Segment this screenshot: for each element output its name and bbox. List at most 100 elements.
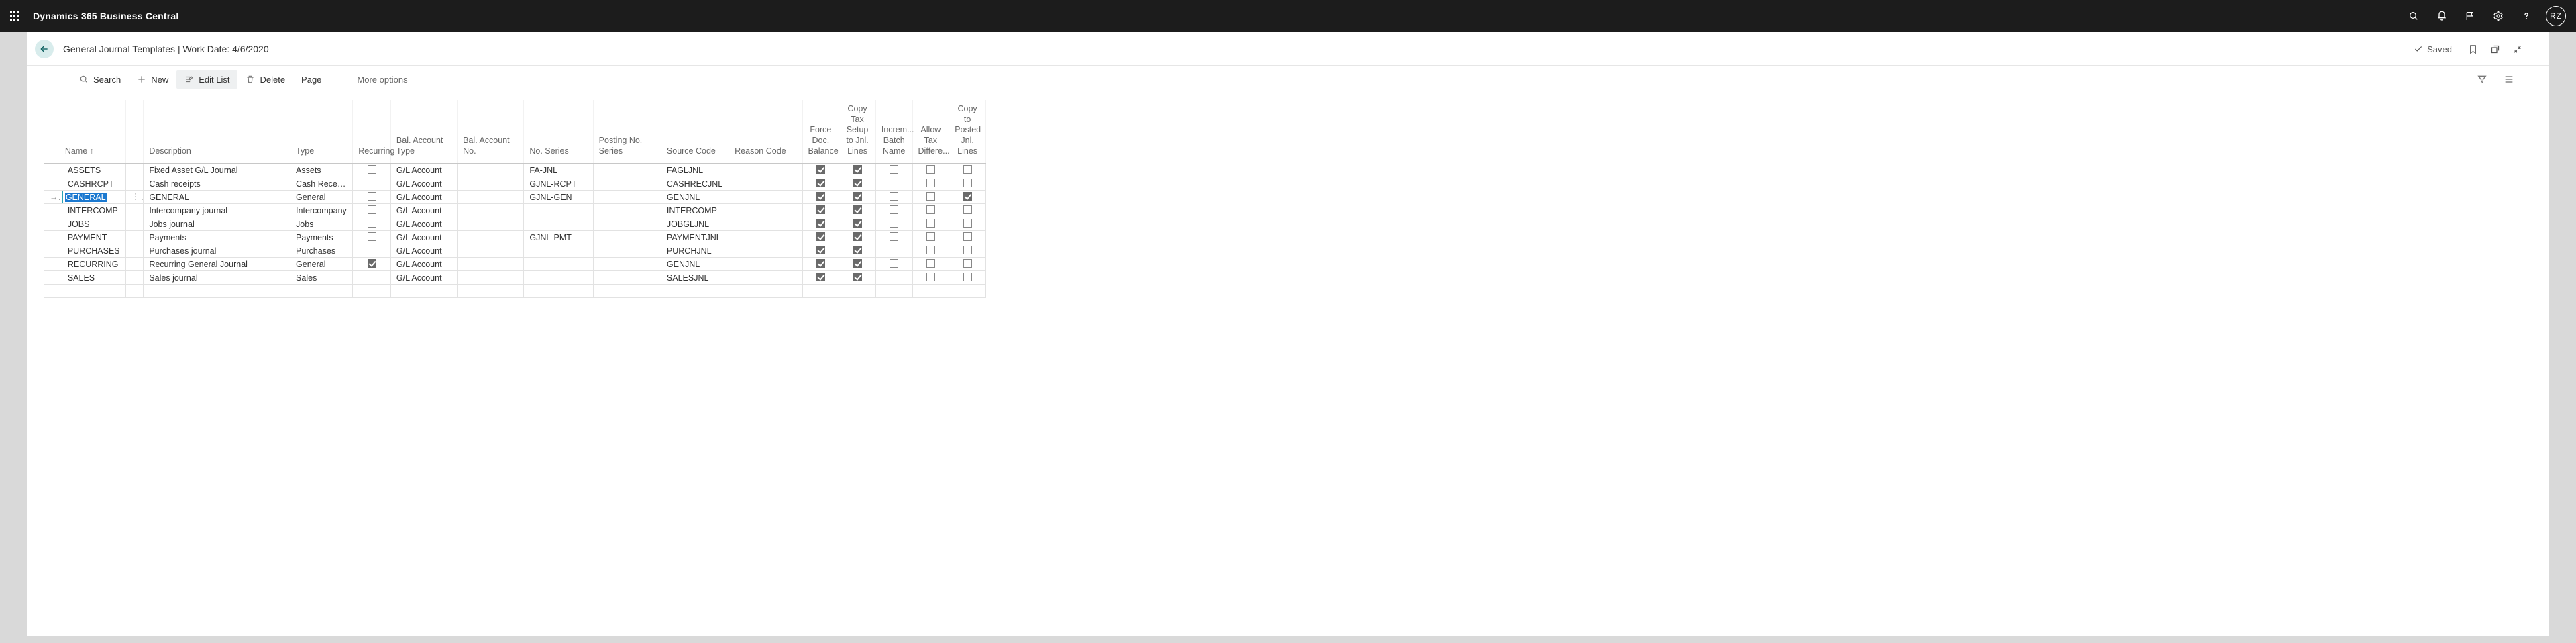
cell-reason[interactable]: [729, 244, 802, 258]
cell-name[interactable]: GENERAL: [62, 191, 125, 204]
row-indicator[interactable]: [44, 244, 62, 258]
cell-balno[interactable]: [458, 231, 524, 244]
cell-allowtax[interactable]: [912, 271, 949, 285]
row-menu[interactable]: [126, 231, 144, 244]
checkbox[interactable]: [926, 205, 935, 214]
checkbox[interactable]: [853, 205, 862, 214]
cell-increm[interactable]: [875, 217, 912, 231]
search-icon[interactable]: [2403, 5, 2424, 27]
cell-baltype[interactable]: G/L Account: [390, 271, 457, 285]
cell-noseries[interactable]: [524, 271, 593, 285]
col-allowtax[interactable]: Allow Tax Differe...: [912, 100, 949, 164]
row-menu[interactable]: [126, 164, 144, 177]
cell-noseries[interactable]: GJNL-PMT: [524, 231, 593, 244]
cell-posting[interactable]: [593, 177, 661, 191]
cell-forcedoc[interactable]: [802, 244, 839, 258]
more-options-button[interactable]: More options: [349, 70, 415, 89]
cell-noseries[interactable]: FA-JNL: [524, 164, 593, 177]
row-indicator[interactable]: [44, 271, 62, 285]
cell-noseries[interactable]: [524, 244, 593, 258]
cell-type[interactable]: Intercompany: [290, 204, 353, 217]
row-menu[interactable]: [126, 177, 144, 191]
checkbox[interactable]: [963, 179, 972, 187]
cell-recurring[interactable]: [353, 244, 391, 258]
checkbox[interactable]: [926, 165, 935, 174]
checkbox[interactable]: [963, 246, 972, 254]
row-indicator[interactable]: [44, 217, 62, 231]
cell-reason[interactable]: [729, 204, 802, 217]
cell-copyposted[interactable]: [949, 191, 986, 204]
cell-reason[interactable]: [729, 177, 802, 191]
checkbox[interactable]: [963, 205, 972, 214]
cell-recurring[interactable]: [353, 231, 391, 244]
checkbox[interactable]: [816, 273, 825, 281]
cell-type[interactable]: General: [290, 191, 353, 204]
cell-baltype[interactable]: G/L Account: [390, 258, 457, 271]
cell-increm[interactable]: [875, 177, 912, 191]
cell-source[interactable]: CASHRECJNL: [661, 177, 729, 191]
cell-forcedoc[interactable]: [802, 271, 839, 285]
cell-increm[interactable]: [875, 271, 912, 285]
cell-copytax[interactable]: [839, 258, 876, 271]
col-balacctype[interactable]: Bal. Account Type: [390, 100, 457, 164]
checkbox[interactable]: [368, 246, 376, 254]
cell-allowtax[interactable]: [912, 204, 949, 217]
cell-reason[interactable]: [729, 231, 802, 244]
cell-reason[interactable]: [729, 191, 802, 204]
cell-desc[interactable]: Fixed Asset G/L Journal: [144, 164, 290, 177]
col-sourcecode[interactable]: Source Code: [661, 100, 729, 164]
table-row[interactable]: RECURRINGRecurring General JournalGenera…: [44, 258, 986, 271]
cell-forcedoc[interactable]: [802, 258, 839, 271]
cell-type[interactable]: General: [290, 258, 353, 271]
list-view-icon[interactable]: [2496, 70, 2522, 89]
cell-forcedoc[interactable]: [802, 177, 839, 191]
cell-forcedoc[interactable]: [802, 164, 839, 177]
cell-allowtax[interactable]: [912, 231, 949, 244]
cell-copyposted[interactable]: [949, 164, 986, 177]
checkbox[interactable]: [816, 179, 825, 187]
cell-copyposted[interactable]: [949, 177, 986, 191]
cell-type[interactable]: Assets: [290, 164, 353, 177]
table-row[interactable]: JOBSJobs journalJobsG/L AccountJOBGLJNL: [44, 217, 986, 231]
row-indicator[interactable]: [44, 164, 62, 177]
checkbox[interactable]: [963, 259, 972, 268]
table-row[interactable]: PURCHASESPurchases journalPurchasesG/L A…: [44, 244, 986, 258]
cell-forcedoc[interactable]: [802, 231, 839, 244]
cell-source[interactable]: PURCHJNL: [661, 244, 729, 258]
cell-copytax[interactable]: [839, 244, 876, 258]
row-menu[interactable]: [126, 258, 144, 271]
cell-desc[interactable]: Purchases journal: [144, 244, 290, 258]
cell-copyposted[interactable]: [949, 231, 986, 244]
col-copytax[interactable]: Copy Tax Setup to Jnl. Lines: [839, 100, 876, 164]
cell-increm[interactable]: [875, 258, 912, 271]
cell-desc[interactable]: Cash receipts: [144, 177, 290, 191]
checkbox[interactable]: [853, 273, 862, 281]
cell-increm[interactable]: [875, 164, 912, 177]
col-postingno[interactable]: Posting No. Series: [593, 100, 661, 164]
checkbox[interactable]: [816, 205, 825, 214]
cell-name[interactable]: CASHRCPT: [62, 177, 125, 191]
new-button[interactable]: New: [129, 70, 176, 89]
cell-balno[interactable]: [458, 271, 524, 285]
cell-copytax[interactable]: [839, 177, 876, 191]
cell-copyposted[interactable]: [949, 217, 986, 231]
col-forcedoc[interactable]: Force Doc. Balance: [802, 100, 839, 164]
cell-recurring[interactable]: [353, 177, 391, 191]
cell-recurring[interactable]: [353, 271, 391, 285]
cell-noseries[interactable]: GJNL-GEN: [524, 191, 593, 204]
table-row[interactable]: CASHRCPTCash receiptsCash ReceiptsG/L Ac…: [44, 177, 986, 191]
cell-desc[interactable]: Sales journal: [144, 271, 290, 285]
row-menu[interactable]: ⋯: [126, 191, 144, 204]
checkbox[interactable]: [368, 192, 376, 201]
cell-copyposted[interactable]: [949, 258, 986, 271]
cell-balno[interactable]: [458, 177, 524, 191]
checkbox[interactable]: [890, 259, 898, 268]
checkbox[interactable]: [368, 273, 376, 281]
checkbox[interactable]: [963, 192, 972, 201]
cell-desc[interactable]: Intercompany journal: [144, 204, 290, 217]
cell-noseries[interactable]: [524, 258, 593, 271]
cell-allowtax[interactable]: [912, 244, 949, 258]
cell-allowtax[interactable]: [912, 191, 949, 204]
cell-source[interactable]: GENJNL: [661, 258, 729, 271]
checkbox[interactable]: [816, 259, 825, 268]
